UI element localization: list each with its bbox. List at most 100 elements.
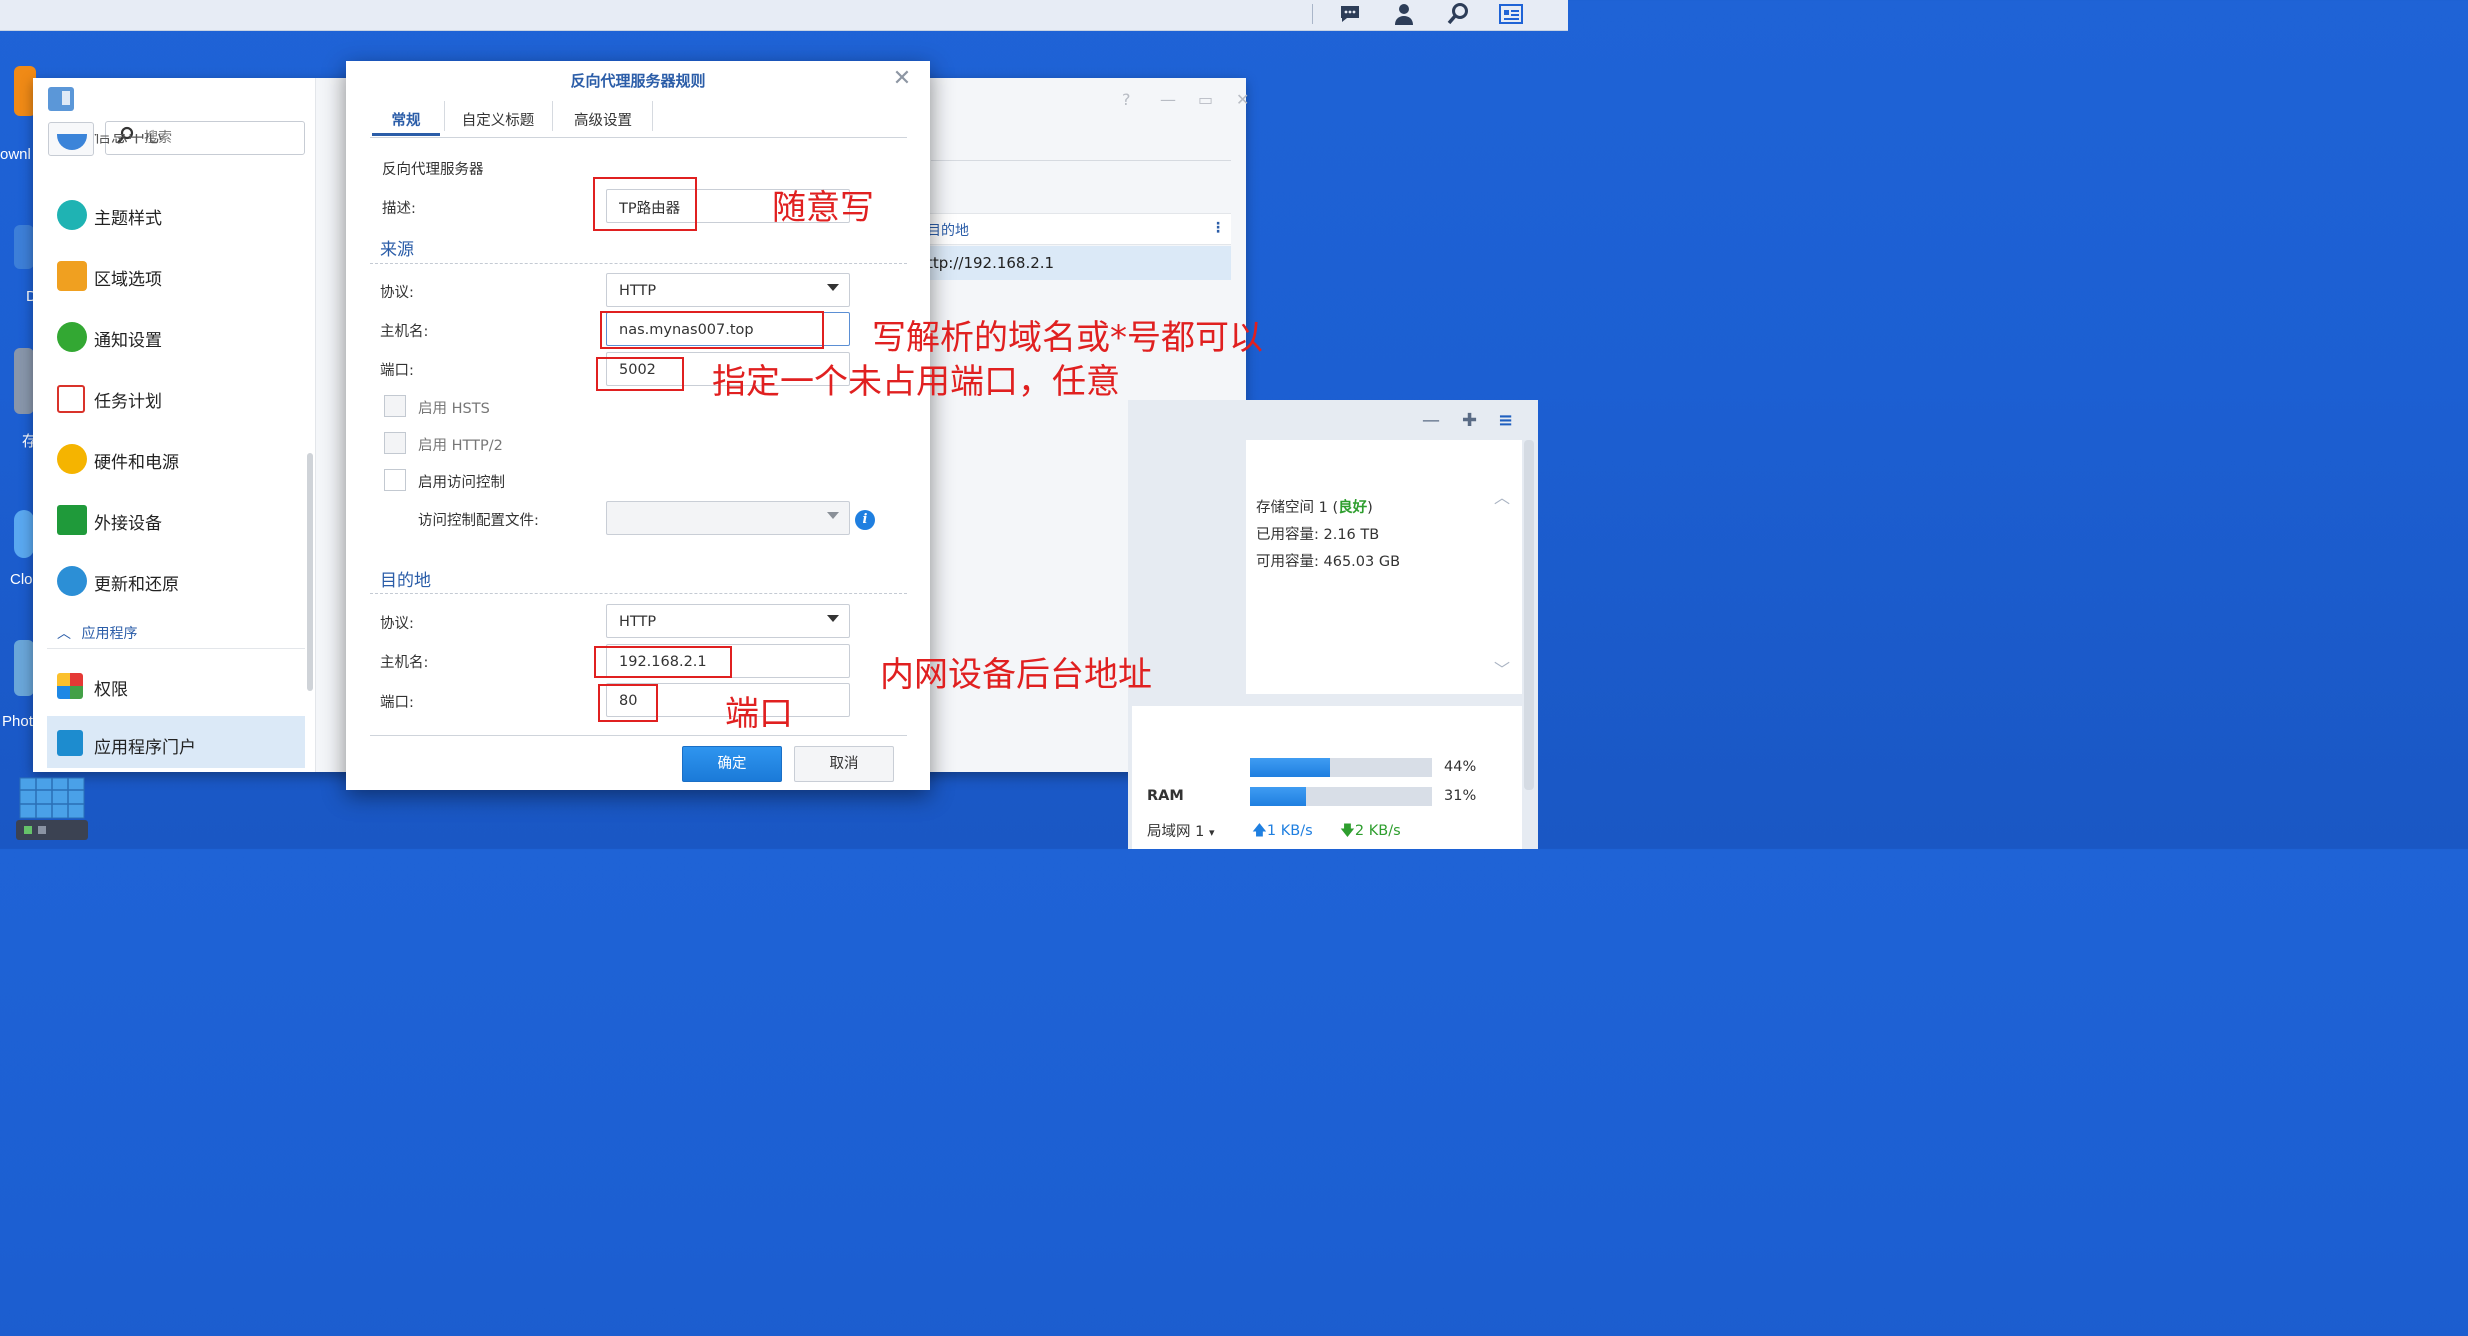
tab-separator — [444, 101, 445, 131]
storage-widget: 存储空间 1 (良好) 已用容量: 2.16 TB 可用容量: 465.03 G… — [1246, 440, 1522, 694]
annotation-box-dest-port — [598, 684, 658, 722]
upload-value: 1 KB/s — [1266, 823, 1313, 839]
minimize-icon[interactable]: — — [1160, 90, 1176, 109]
arrow-up-icon: 🡅 — [1252, 823, 1267, 839]
sidebar-item-label: 主题样式 — [94, 209, 162, 229]
sidebar-item-hardware[interactable]: 硬件和电源 — [53, 436, 303, 482]
destination-section-title: 目的地 — [380, 571, 431, 591]
chat-icon[interactable] — [1338, 2, 1362, 26]
tab-general[interactable]: 常规 — [372, 107, 440, 135]
annotation-description: 随意写 — [772, 188, 874, 228]
hsts-checkbox[interactable] — [384, 395, 406, 417]
maximize-icon[interactable]: ▭ — [1198, 90, 1213, 109]
annotation-hostname: 写解析的域名或*号都可以 — [872, 318, 1263, 358]
minimize-icon[interactable]: — — [1422, 410, 1440, 431]
dest-protocol-value[interactable] — [617, 611, 841, 633]
sidebar-group-apps[interactable]: ︿ 应用程序 — [57, 623, 137, 643]
close-icon[interactable]: ✕ — [1236, 90, 1249, 109]
palette-icon — [57, 200, 87, 230]
source-protocol-select[interactable] — [606, 273, 850, 307]
permissions-icon — [57, 673, 83, 699]
user-icon[interactable] — [1392, 2, 1416, 26]
sidebar-item-notification[interactable]: 通知设置 — [53, 314, 303, 360]
control-panel-logo-icon — [48, 87, 74, 111]
tab-active-indicator — [372, 133, 440, 136]
reverse-proxy-rule-dialog: 反向代理服务器规则 ✕ 常规 自定义标题 高级设置 反向代理服务器 描述: 来源… — [346, 61, 930, 790]
content-divider — [931, 160, 1231, 161]
info-icon[interactable]: i — [855, 510, 875, 530]
notification-icon — [57, 322, 87, 352]
lan-label[interactable]: 局域网 1 ▾ — [1147, 820, 1214, 841]
region-icon — [57, 261, 87, 291]
help-icon[interactable]: ? — [1122, 90, 1131, 109]
desktop-app-icon[interactable] — [14, 225, 34, 269]
ok-button[interactable]: 确定 — [682, 746, 782, 782]
source-protocol-value[interactable] — [617, 280, 841, 302]
lan-label-text: 局域网 1 — [1147, 824, 1205, 840]
used-capacity: 已用容量: 2.16 TB — [1256, 527, 1380, 543]
task-icon — [57, 385, 85, 413]
photo-station-icon[interactable] — [14, 640, 34, 696]
chevron-down-icon[interactable]: ﹀ — [1494, 656, 1510, 680]
sidebar-item-label: 硬件和电源 — [94, 453, 179, 473]
sidebar-item-info-center[interactable]: 信息中心 — [53, 134, 303, 168]
cancel-button[interactable]: 取消 — [794, 746, 894, 782]
sidebar-item-label: 权限 — [94, 680, 128, 700]
annotation-box-hostname — [600, 311, 824, 349]
dialog-footer-divider — [370, 735, 907, 736]
sidebar-item-label: 外接设备 — [94, 514, 162, 534]
nas-server-icon[interactable] — [14, 776, 90, 842]
tab-custom-header[interactable]: 自定义标题 — [452, 107, 544, 135]
dest-port-label: 端口: — [380, 695, 414, 711]
widget-layout-icon[interactable]: ≡ — [1498, 410, 1513, 431]
cloud-sync-icon[interactable] — [14, 510, 34, 558]
annotation-box-dest-hostname — [594, 646, 732, 678]
dialog-title: 反向代理服务器规则 — [570, 72, 706, 90]
sidebar-item-label: 应用程序门户 — [94, 738, 196, 758]
search-icon[interactable] — [1446, 2, 1470, 26]
hsts-label: 启用 HSTS — [418, 401, 490, 417]
section-divider — [370, 593, 907, 594]
sidebar-item-external[interactable]: 外接设备 — [53, 497, 303, 543]
sidebar-item-permissions[interactable]: 权限 — [53, 663, 303, 709]
cpu-percent: 44% — [1444, 759, 1477, 775]
chevron-up-icon[interactable]: ︿ — [1494, 484, 1510, 508]
column-header-destination[interactable]: 目的地 — [927, 220, 969, 240]
pin-icon[interactable]: ✚ — [1462, 410, 1477, 431]
sidebar-item-task[interactable]: 任务计划 — [53, 375, 303, 421]
column-menu-icon[interactable]: ⋮ — [1211, 220, 1225, 236]
storage-title: 存储空间 1 (良好) — [1256, 496, 1373, 517]
source-port-label: 端口: — [380, 363, 414, 379]
access-control-checkbox[interactable] — [384, 469, 406, 491]
table-row[interactable]: ttp://192.168.2.1 — [923, 246, 1231, 280]
close-icon[interactable]: ✕ — [890, 67, 914, 91]
sidebar-item-label: 信息中心 — [94, 134, 162, 147]
http2-label: 启用 HTTP/2 — [418, 438, 503, 454]
dest-protocol-select[interactable] — [606, 604, 850, 638]
cpu-bar-fill — [1250, 758, 1331, 777]
row-destination: ttp://192.168.2.1 — [927, 254, 1055, 272]
sidebar-scrollbar[interactable] — [307, 453, 313, 691]
external-device-icon — [57, 505, 87, 535]
source-hostname-label: 主机名: — [380, 324, 429, 340]
sidebar-item-theme[interactable]: 主题样式 — [53, 192, 303, 238]
download-value: 2 KB/s — [1354, 823, 1401, 839]
sidebar-item-region[interactable]: 区域选项 — [53, 253, 303, 299]
cpu-bar — [1250, 758, 1432, 777]
ram-label: RAM — [1147, 788, 1184, 804]
storage-manager-icon[interactable] — [14, 348, 34, 414]
widgets-icon[interactable] — [1498, 2, 1523, 26]
info-center-icon — [57, 134, 87, 150]
sidebar-item-update[interactable]: 更新和还原 — [53, 558, 303, 604]
download-speed: 🡇2 KB/s — [1340, 820, 1401, 845]
control-panel-sidebar: ⌂ 信息中心 主题样式 区域选项 通知设置 任务计划 — [33, 78, 315, 772]
app-portal-icon — [57, 730, 83, 756]
sidebar-item-label: 任务计划 — [94, 392, 162, 412]
sidebar-item-app-portal[interactable]: 应用程序门户 — [47, 716, 305, 768]
widget-scrollbar[interactable] — [1524, 440, 1534, 790]
http2-checkbox[interactable] — [384, 432, 406, 454]
description-label: 描述: — [382, 201, 416, 217]
access-profile-select[interactable] — [606, 501, 850, 535]
annotation-box-port — [596, 357, 684, 391]
tab-advanced[interactable]: 高级设置 — [560, 107, 646, 135]
